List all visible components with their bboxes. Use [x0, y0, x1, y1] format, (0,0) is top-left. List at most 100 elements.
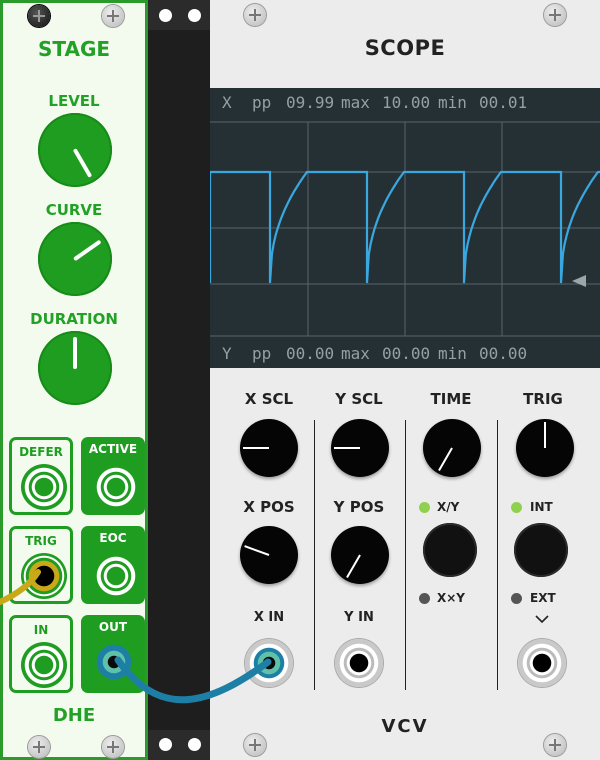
y-channel-label: Y: [222, 344, 232, 363]
trig-port: TRIG: [9, 526, 73, 604]
knob-pointer: [334, 447, 360, 449]
y-pos-label: Y POS: [333, 498, 385, 516]
level-label: LEVEL: [48, 92, 100, 110]
y-pos-knob[interactable]: [331, 526, 389, 584]
active-jack[interactable]: [93, 464, 139, 510]
xy-mode-label: X/Y: [437, 500, 460, 514]
duration-label: DURATION: [30, 310, 118, 328]
x-pp-label: pp: [252, 93, 272, 112]
x-channel-label: X: [222, 93, 232, 112]
in-port: IN: [9, 615, 73, 693]
y-pp-label: pp: [252, 344, 272, 363]
knob-pointer: [243, 447, 269, 449]
trig-ext-label: EXT: [530, 591, 556, 605]
knob-pointer: [73, 337, 77, 369]
column-divider: [314, 420, 315, 690]
knob-pointer: [438, 447, 453, 472]
in-jack[interactable]: [21, 642, 67, 688]
mount-hole: [188, 9, 201, 22]
x-pos-label: X POS: [243, 498, 295, 516]
y-scl-label: Y SCL: [335, 390, 383, 408]
trig-level-knob[interactable]: [516, 419, 574, 477]
knob-pointer: [346, 554, 361, 579]
screw-icon: [28, 736, 50, 758]
scope-display: X pp 09.99 max 10.00 min 00.01 Y pp 00.0…: [210, 88, 600, 368]
defer-label: DEFER: [19, 445, 63, 459]
chevron-down-icon: [535, 615, 549, 624]
trig-int-label: INT: [530, 500, 553, 514]
eoc-jack[interactable]: [93, 553, 139, 599]
y-max-label: max: [341, 344, 370, 363]
trig-ext-led: [511, 593, 522, 604]
rail-gap: [148, 30, 210, 730]
curve-label: CURVE: [45, 201, 103, 219]
screw-icon: [544, 734, 566, 756]
in-label: IN: [33, 623, 49, 637]
x-min-value: 00.01: [479, 93, 528, 112]
out-label: OUT: [98, 620, 128, 634]
knob-pointer: [73, 239, 102, 262]
x-max-value: 10.00: [382, 93, 431, 112]
out-jack[interactable]: [94, 642, 134, 682]
y-pp-value: 00.00: [286, 344, 335, 363]
x-max-label: max: [341, 93, 370, 112]
trig-mode-button[interactable]: [514, 523, 568, 577]
x-scl-label: X SCL: [244, 390, 294, 408]
mount-hole: [159, 9, 172, 22]
screw-icon: [244, 4, 266, 26]
knob-pointer: [72, 148, 93, 178]
active-label: ACTIVE: [88, 442, 138, 456]
trigger-marker: [572, 275, 586, 287]
xxy-mode-led: [419, 593, 430, 604]
x-pp-value: 09.99: [286, 93, 335, 112]
mount-hole: [188, 738, 201, 751]
eoc-port: EOC: [81, 526, 145, 604]
trig-label: TRIG: [25, 534, 57, 548]
x-scl-knob[interactable]: [240, 419, 298, 477]
active-port: ACTIVE: [81, 437, 145, 515]
duration-knob[interactable]: [38, 331, 112, 405]
xy-mode-led: [419, 502, 430, 513]
ext-trig-jack[interactable]: [518, 639, 566, 687]
level-knob[interactable]: [38, 113, 112, 187]
module-title: STAGE: [37, 37, 111, 61]
screw-icon: [102, 5, 124, 27]
stage-module: STAGE LEVEL CURVE DURATION DEFER ACTIVE …: [0, 0, 148, 760]
module-title: SCOPE: [364, 36, 446, 60]
column-divider: [497, 420, 498, 690]
y-in-jack[interactable]: [335, 639, 383, 687]
defer-port: DEFER: [9, 437, 73, 515]
scope-module: SCOPE X pp 09.99 max 10.00 min 00.01 Y p…: [210, 0, 600, 760]
screw-icon: [244, 734, 266, 756]
vcv-logo: VCV: [381, 716, 429, 737]
screw-icon: [28, 5, 50, 27]
screw-icon: [102, 736, 124, 758]
x-readout: X pp 09.99 max 10.00 min 00.01: [222, 93, 527, 264]
screw-icon: [544, 4, 566, 26]
y-max-value: 00.00: [382, 344, 431, 363]
time-label: TIME: [430, 390, 472, 408]
trig-label: TRIG: [523, 390, 563, 408]
xxy-mode-label: X×Y: [437, 591, 465, 605]
trig-int-led: [511, 502, 522, 513]
blank-panel: [148, 0, 210, 760]
y-min-label: min: [438, 344, 467, 363]
out-port: OUT: [81, 615, 145, 693]
x-min-label: min: [438, 93, 467, 112]
trig-jack[interactable]: [21, 553, 67, 599]
y-min-value: 00.00: [479, 344, 528, 363]
curve-knob[interactable]: [38, 222, 112, 296]
x-in-jack[interactable]: [245, 639, 293, 687]
knob-pointer: [544, 422, 546, 448]
knob-pointer: [244, 545, 270, 556]
x-in-label: X IN: [253, 610, 285, 625]
x-pos-knob[interactable]: [240, 526, 298, 584]
column-divider: [405, 420, 406, 690]
brand-label: DHE: [52, 705, 96, 726]
y-in-label: Y IN: [344, 610, 374, 625]
eoc-label: EOC: [99, 531, 127, 545]
time-knob[interactable]: [423, 419, 481, 477]
defer-jack[interactable]: [21, 464, 67, 510]
y-scl-knob[interactable]: [331, 419, 389, 477]
xy-mode-button[interactable]: [423, 523, 477, 577]
